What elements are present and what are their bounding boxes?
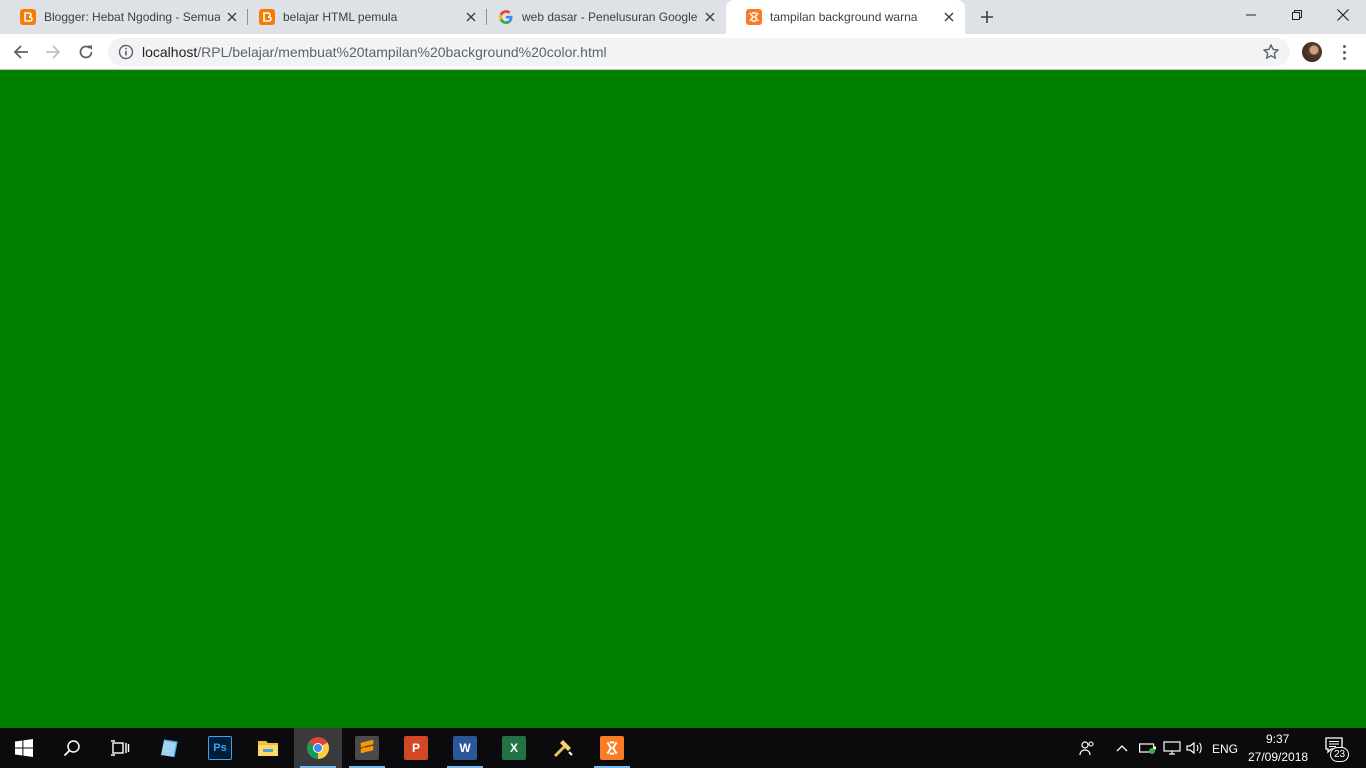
task-view-icon bbox=[111, 740, 130, 756]
tab-title: Blogger: Hebat Ngoding - Semua bbox=[44, 10, 220, 24]
page-content bbox=[0, 71, 1366, 728]
photos-icon bbox=[158, 736, 182, 760]
battery-icon[interactable] bbox=[1138, 738, 1158, 758]
word-icon: W bbox=[453, 736, 477, 760]
menu-dot bbox=[1342, 44, 1346, 48]
clock-time[interactable]: 9:37 bbox=[1266, 732, 1289, 746]
notification-count-badge: 23 bbox=[1330, 747, 1350, 762]
taskbar-app-powerpoint[interactable]: P bbox=[392, 728, 440, 768]
tab-title: belajar HTML pemula bbox=[283, 10, 398, 24]
xampp-icon bbox=[746, 9, 762, 25]
reload-button[interactable] bbox=[72, 38, 100, 66]
restore-icon bbox=[1292, 10, 1302, 20]
taskbar-app-photos[interactable] bbox=[146, 728, 194, 768]
taskbar-app-file-explorer[interactable] bbox=[244, 728, 292, 768]
taskbar-app-word[interactable]: W bbox=[441, 728, 489, 768]
file-explorer-icon bbox=[256, 736, 280, 760]
browser-toolbar: localhost/RPL/belajar/membuat%20tampilan… bbox=[0, 34, 1366, 70]
search-button[interactable] bbox=[48, 728, 96, 768]
tab-title: tampilan background warna bbox=[770, 10, 918, 24]
tab-tampilan-background[interactable]: tampilan background warna bbox=[726, 0, 965, 34]
task-view-button[interactable] bbox=[96, 728, 144, 768]
minimize-button[interactable] bbox=[1228, 0, 1274, 30]
arrow-left-icon bbox=[13, 45, 28, 59]
address-bar[interactable]: localhost/RPL/belajar/membuat%20tampilan… bbox=[108, 38, 1290, 66]
info-icon[interactable] bbox=[118, 44, 134, 60]
show-hidden-icons-chevron-icon[interactable] bbox=[1114, 738, 1130, 758]
tools-icon bbox=[551, 736, 575, 760]
taskbar-app-photoshop[interactable]: Ps bbox=[196, 728, 244, 768]
close-window-button[interactable] bbox=[1320, 0, 1366, 30]
tab-belajar-html[interactable]: belajar HTML pemula bbox=[239, 0, 487, 34]
tab-google-search[interactable]: web dasar - Penelusuran Google bbox=[478, 0, 726, 34]
minimize-icon bbox=[1246, 14, 1256, 16]
search-icon bbox=[63, 740, 80, 757]
photoshop-icon: Ps bbox=[208, 736, 232, 760]
network-icon[interactable] bbox=[1162, 738, 1182, 758]
blogger-icon bbox=[20, 9, 36, 25]
url-path: /RPL/belajar/membuat%20tampilan%20backgr… bbox=[197, 44, 607, 60]
arrow-right-icon bbox=[46, 45, 61, 59]
url-host: localhost bbox=[142, 44, 198, 60]
restore-button[interactable] bbox=[1274, 0, 1320, 30]
taskbar-app-chrome[interactable] bbox=[294, 728, 342, 768]
language-indicator[interactable]: ENG bbox=[1212, 742, 1238, 756]
people-icon[interactable] bbox=[1078, 738, 1096, 758]
close-tab-icon[interactable] bbox=[463, 9, 479, 25]
windows-taskbar: Ps P W X ENG 9:37 27/09/2018 23 bbox=[0, 728, 1366, 768]
plus-icon bbox=[981, 11, 993, 23]
url-text: localhost/RPL/belajar/membuat%20tampilan… bbox=[142, 45, 607, 60]
bookmark-star-icon[interactable] bbox=[1262, 43, 1280, 61]
sublime-text-icon bbox=[355, 736, 379, 760]
start-button[interactable] bbox=[0, 728, 48, 768]
menu-dot bbox=[1342, 56, 1346, 60]
taskbar-app-sublime-text[interactable] bbox=[343, 728, 391, 768]
blogger-icon bbox=[259, 9, 275, 25]
taskbar-app-tools[interactable] bbox=[539, 728, 587, 768]
close-tab-icon[interactable] bbox=[702, 9, 718, 25]
excel-icon: X bbox=[502, 736, 526, 760]
windows-logo-icon bbox=[15, 739, 33, 757]
new-tab-button[interactable] bbox=[975, 6, 999, 28]
browser-menu-button[interactable] bbox=[1334, 42, 1354, 62]
back-button[interactable] bbox=[7, 38, 35, 66]
tab-title: web dasar - Penelusuran Google bbox=[522, 10, 698, 24]
tab-blogger[interactable]: Blogger: Hebat Ngoding - Semua bbox=[0, 0, 248, 34]
close-tab-icon[interactable] bbox=[224, 9, 240, 25]
tab-strip: Blogger: Hebat Ngoding - Semua belajar H… bbox=[0, 0, 1366, 34]
forward-button[interactable] bbox=[39, 38, 67, 66]
menu-dot bbox=[1342, 50, 1346, 54]
chrome-icon bbox=[306, 736, 330, 760]
close-tab-icon[interactable] bbox=[941, 9, 957, 25]
powerpoint-icon: P bbox=[404, 736, 428, 760]
taskbar-app-xampp[interactable] bbox=[588, 728, 636, 768]
google-icon bbox=[498, 9, 514, 25]
profile-avatar[interactable] bbox=[1302, 42, 1322, 62]
close-icon bbox=[1337, 9, 1349, 21]
clock-date[interactable]: 27/09/2018 bbox=[1248, 750, 1308, 764]
volume-icon[interactable] bbox=[1185, 738, 1205, 758]
reload-icon bbox=[79, 45, 93, 59]
taskbar-app-excel[interactable]: X bbox=[490, 728, 538, 768]
xampp-icon bbox=[600, 736, 624, 760]
